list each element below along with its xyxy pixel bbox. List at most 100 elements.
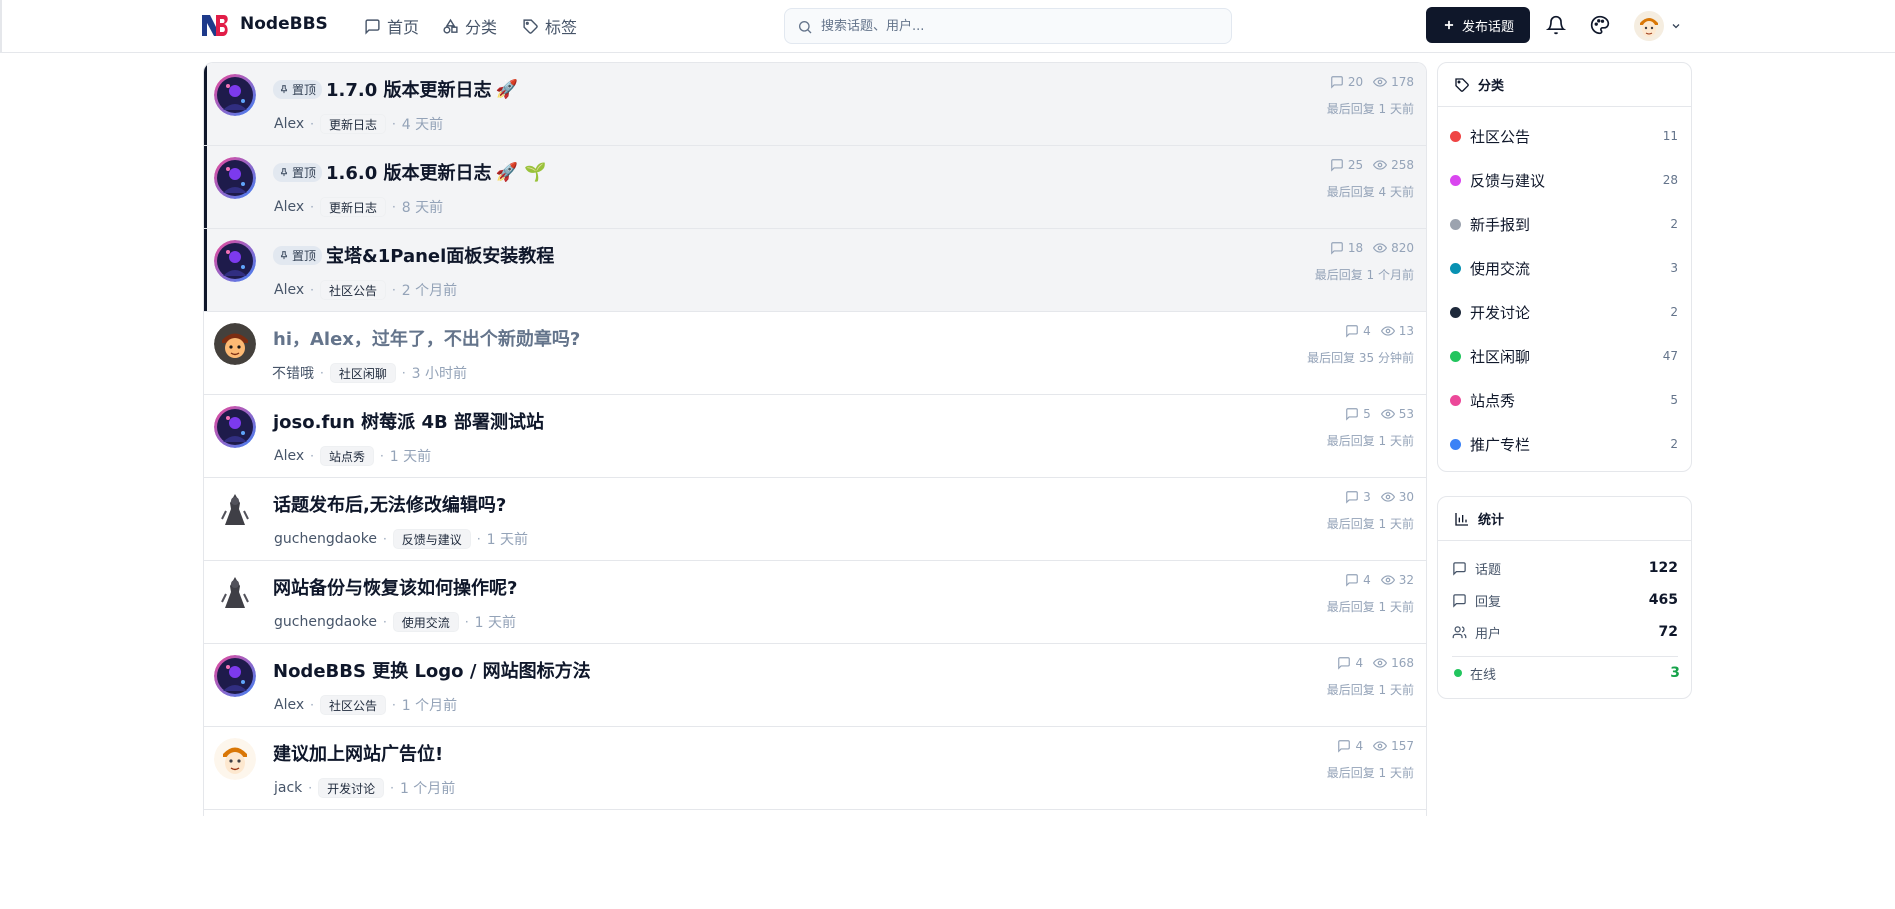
topic-row[interactable]: 置顶 1.7.0 版本更新日志 🚀 Alex · 更新日志 · 4 天前 20 … — [204, 63, 1426, 146]
topic-row[interactable]: 网站备份与恢复该如何操作呢? guchengdaoke · 使用交流 · 1 天… — [204, 561, 1426, 644]
topic-row[interactable]: 置顶 1.6.0 版本更新日志 🚀 🌱 Alex · 更新日志 · 8 天前 2… — [204, 146, 1426, 229]
nav-tags[interactable]: 标签 — [522, 14, 577, 38]
category-name: 社区公告 — [1470, 127, 1531, 146]
topic-category[interactable]: 站点秀 — [319, 446, 374, 466]
sidebar-category-item[interactable]: 开发讨论 2 — [1450, 296, 1680, 328]
nav-tags-label: 标签 — [545, 18, 578, 37]
sidebar-category-item[interactable]: 使用交流 3 — [1450, 252, 1680, 284]
topic-author[interactable]: jack — [274, 780, 302, 796]
topic-author[interactable]: guchengdaoke — [274, 614, 377, 630]
author-avatar[interactable] — [214, 240, 258, 284]
author-avatar[interactable] — [214, 323, 258, 367]
message-square-icon — [1453, 561, 1466, 576]
separator: · — [310, 200, 314, 214]
sidebar-category-item[interactable]: 推广专栏 2 — [1450, 428, 1680, 460]
topic-meta: jack · 开发讨论 · 1 个月前 — [274, 778, 455, 798]
topic-category[interactable]: 社区闲聊 — [329, 363, 396, 383]
category-count: 11 — [1662, 129, 1678, 143]
stats-card: 统计 话题 122 回复 465 用户 72 在线 3 — [1437, 496, 1692, 699]
nav-home[interactable]: 首页 — [364, 14, 419, 38]
online-status-dot — [1454, 669, 1462, 677]
reply-count-icon — [1338, 657, 1351, 670]
sidebar-category-item[interactable]: 社区公告 11 — [1450, 120, 1680, 152]
sidebar-category-item[interactable]: 社区闲聊 47 — [1450, 340, 1680, 372]
bell-icon[interactable] — [1546, 15, 1566, 35]
reply-count-icon — [1346, 325, 1358, 338]
view-count: 157 — [1391, 739, 1414, 753]
stat-value: 465 — [1648, 592, 1678, 608]
user-menu[interactable] — [1634, 11, 1686, 41]
topic-category[interactable]: 社区公告 — [319, 695, 386, 715]
search-box[interactable] — [784, 8, 1232, 44]
topic-time: 2 个月前 — [401, 283, 458, 299]
sidebar-category-item[interactable]: 反馈与建议 28 — [1450, 164, 1680, 196]
topic-title[interactable]: 建议加上网站广告位! — [273, 740, 443, 766]
author-avatar[interactable] — [214, 489, 258, 533]
separator: · — [382, 615, 387, 629]
sidebar-category-item[interactable]: 新手报到 2 — [1450, 208, 1680, 240]
search-icon — [799, 21, 812, 34]
alex-avatar — [214, 240, 256, 282]
category-count: 2 — [1670, 437, 1678, 451]
topic-row[interactable]: 建议加上网站广告位! jack · 开发讨论 · 1 个月前 4 157 最后回… — [204, 727, 1426, 810]
topic-title[interactable]: joso.fun 树莓派 4B 部署测试站 — [273, 408, 544, 434]
palette-icon[interactable] — [1590, 15, 1610, 35]
category-count: 2 — [1670, 305, 1678, 319]
topic-title[interactable]: 宝塔&1Panel面板安装教程 — [326, 242, 554, 268]
top-header: NodeBBS 首页 分类 标签 发布话题 — [0, 0, 1895, 53]
topic-title[interactable]: NodeBBS 更换 Logo / 网站图标方法 — [273, 657, 591, 683]
topic-author[interactable]: 不错哦 — [272, 363, 314, 383]
topic-category[interactable]: 开发讨论 — [318, 778, 385, 798]
topic-title[interactable]: 网站备份与恢复该如何操作呢? — [273, 574, 517, 600]
topic-row[interactable]: hi，Alex，过年了，不出个新勋章吗? 不错哦 · 社区闲聊 · 3 小时前 … — [204, 312, 1426, 395]
topic-category[interactable]: 更新日志 — [319, 197, 386, 217]
sidebar-category-item[interactable]: 站点秀 5 — [1450, 384, 1680, 416]
author-avatar[interactable] — [214, 738, 258, 782]
chevron-down-icon — [1672, 24, 1680, 29]
topic-category[interactable]: 社区公告 — [319, 280, 386, 300]
topic-author[interactable]: Alex — [274, 282, 304, 298]
topic-stats: 20 178 — [1330, 75, 1414, 89]
topic-row[interactable]: NodeBBS 更换 Logo / 网站图标方法 Alex · 社区公告 · 1… — [204, 644, 1426, 727]
nav-categories[interactable]: 分类 — [442, 14, 497, 38]
search-input[interactable] — [821, 9, 1221, 43]
separator: · — [310, 449, 314, 463]
author-avatar[interactable] — [214, 406, 258, 450]
topic-title[interactable]: 1.7.0 版本更新日志 — [326, 76, 492, 102]
stat-value: 72 — [1658, 624, 1678, 640]
topic-list: 置顶 1.7.0 版本更新日志 🚀 Alex · 更新日志 · 4 天前 20 … — [203, 62, 1427, 816]
topic-title-row: 网站备份与恢复该如何操作呢? — [273, 574, 517, 600]
topic-row[interactable]: 话题发布后,无法修改编辑吗? guchengdaoke · 反馈与建议 · 1 … — [204, 478, 1426, 561]
publish-topic-button[interactable]: 发布话题 — [1426, 7, 1530, 43]
pinned-label: 置顶 — [292, 82, 317, 97]
user-avatar — [1634, 11, 1664, 41]
topic-author[interactable]: guchengdaoke — [274, 531, 377, 547]
category-color-dot — [1450, 438, 1461, 450]
topic-category[interactable]: 反馈与建议 — [392, 529, 471, 549]
topic-title[interactable]: 1.6.0 版本更新日志 — [326, 159, 492, 185]
brand-name[interactable]: NodeBBS — [240, 14, 328, 34]
message-circle-icon — [1453, 593, 1466, 608]
nodebbs-logo-icon[interactable] — [200, 12, 230, 38]
pinned-badge: 置顶 — [273, 79, 323, 99]
topic-row[interactable]: 置顶 宝塔&1Panel面板安装教程 Alex · 社区公告 · 2 个月前 1… — [204, 229, 1426, 312]
topic-author[interactable]: Alex — [274, 199, 304, 215]
eye-icon — [1380, 326, 1395, 336]
separator: · — [401, 366, 406, 380]
topic-row[interactable]: joso.fun 树莓派 4B 部署测试站 Alex · 站点秀 · 1 天前 … — [204, 395, 1426, 478]
topic-author[interactable]: Alex — [274, 697, 304, 713]
topic-author[interactable]: Alex — [274, 116, 304, 132]
author-avatar[interactable] — [214, 572, 258, 616]
view-count: 32 — [1398, 573, 1414, 587]
topic-title[interactable]: hi，Alex，过年了，不出个新勋章吗? — [273, 325, 580, 351]
author-avatar[interactable] — [214, 655, 258, 699]
author-avatar[interactable] — [214, 157, 258, 201]
reply-count: 20 — [1347, 75, 1364, 89]
topic-category[interactable]: 更新日志 — [319, 114, 386, 134]
topic-category[interactable]: 使用交流 — [392, 612, 459, 632]
eye-icon — [1373, 243, 1388, 253]
author-avatar[interactable] — [214, 74, 258, 118]
topic-author[interactable]: Alex — [274, 448, 304, 464]
topic-title[interactable]: 话题发布后,无法修改编辑吗? — [273, 491, 506, 517]
plus-icon — [1444, 20, 1454, 30]
